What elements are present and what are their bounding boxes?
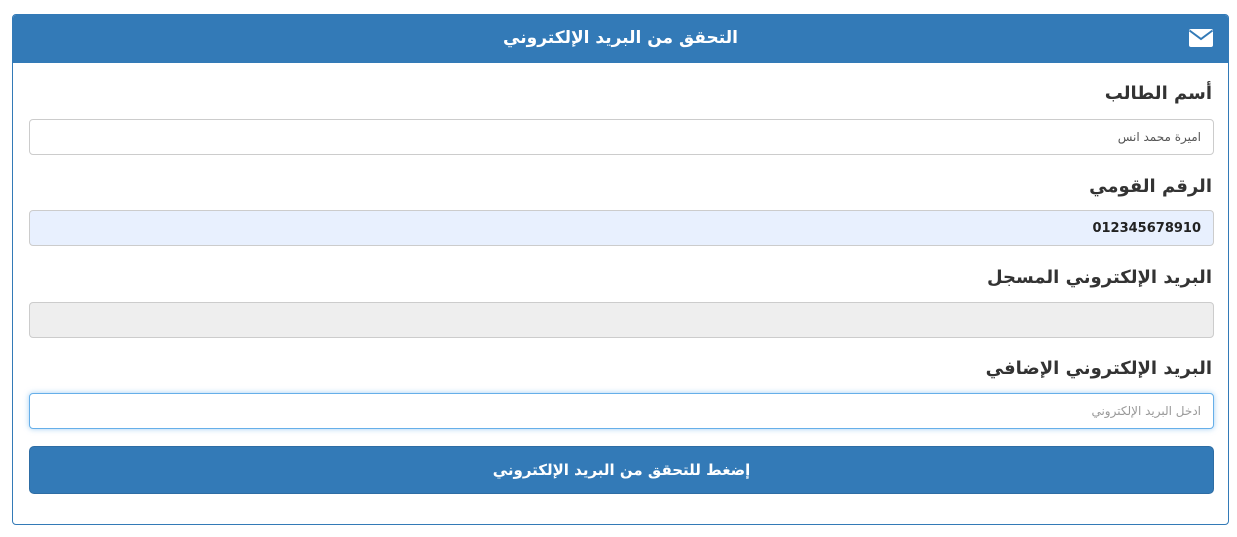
additional-email-input[interactable] [29,393,1214,429]
panel-header: التحقق من البريد الإلكتروني [13,15,1228,63]
student-name-label: أسم الطالب [1104,83,1212,104]
registered-email-label: البريد الإلكتروني المسجل [986,267,1212,288]
national-id-input[interactable] [29,210,1214,246]
student-name-input[interactable] [29,119,1214,155]
envelope-icon [1188,29,1214,47]
registered-email-input [29,302,1214,338]
verify-email-button[interactable]: إضغط للتحقق من البريد الإلكتروني [29,446,1214,494]
panel-title: التحقق من البريد الإلكتروني [503,28,738,48]
email-verification-panel: التحقق من البريد الإلكتروني أسم الطالب ا… [12,14,1229,525]
national-id-label: الرقم القومي [1089,176,1212,197]
additional-email-label: البريد الإلكتروني الإضافي [985,358,1212,379]
